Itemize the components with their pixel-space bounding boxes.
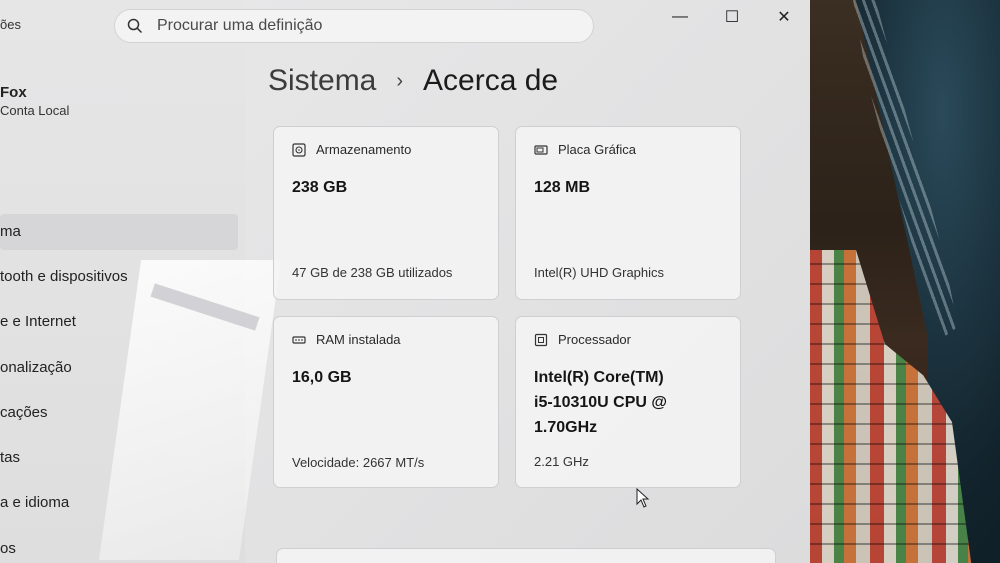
ram-detail: Velocidade: 2667 MT/s	[292, 455, 425, 470]
gpu-icon	[534, 144, 548, 155]
ram-icon	[292, 335, 306, 344]
cpu-icon	[534, 333, 548, 346]
cpu-detail: 2.21 GHz	[534, 454, 589, 469]
card-title: Armazenamento	[316, 142, 412, 157]
sidebar-item-bluetooth[interactable]: tooth e dispositivos	[0, 259, 238, 295]
cpu-card[interactable]: Processador Intel(R) Core(TM) i5-10310U …	[515, 316, 741, 488]
storage-card[interactable]: Armazenamento 238 GB 47 GB de 238 GB uti…	[273, 126, 499, 300]
desktop-wallpaper	[808, 0, 1000, 563]
sidebar-item-accounts[interactable]: tas	[0, 440, 238, 476]
breadcrumb: Sistema › Acerca de	[268, 64, 558, 98]
sidebar-item-time-language[interactable]: a e idioma	[0, 485, 238, 521]
page-title: Acerca de	[423, 64, 559, 97]
minimize-button[interactable]: —	[654, 6, 706, 28]
settings-window: ões — ☐ ✕ Fox Conta Local ma tooth e dis…	[0, 0, 810, 563]
search-input[interactable]	[157, 17, 557, 35]
gpu-value: 128 MB	[534, 179, 591, 196]
maximize-button[interactable]: ☐	[706, 6, 758, 28]
sidebar-item-network[interactable]: e e Internet	[0, 304, 238, 340]
window-controls: — ☐ ✕	[654, 6, 810, 28]
ram-value: 16,0 GB	[292, 369, 352, 386]
sidebar-item-label: tooth e dispositivos	[0, 268, 128, 285]
card-header: RAM instalada	[292, 332, 401, 347]
search-icon	[127, 18, 143, 34]
card-header: Placa Gráfica	[534, 142, 636, 157]
cpu-value-line: Intel(R) Core(TM)	[534, 369, 664, 386]
close-icon: ✕	[777, 9, 791, 26]
ram-card[interactable]: RAM instalada 16,0 GB Velocidade: 2667 M…	[273, 316, 499, 488]
user-account-type: Conta Local	[0, 103, 70, 118]
cpu-value: Intel(R) Core(TM) i5-10310U CPU @ 1.70GH…	[534, 365, 734, 440]
gpu-detail: Intel(R) UHD Graphics	[534, 265, 665, 280]
sidebar-item-label: ma	[0, 223, 21, 240]
card-title: Placa Gráfica	[558, 142, 637, 157]
storage-icon	[292, 142, 306, 157]
card-title: RAM instalada	[316, 332, 401, 347]
card-header: Armazenamento	[292, 142, 411, 157]
minimize-icon: —	[672, 8, 688, 25]
storage-detail: 47 GB de 238 GB utilizados	[292, 265, 453, 280]
sidebar-item-apps[interactable]: cações	[0, 395, 238, 431]
sidebar-item-label: onalização	[0, 359, 72, 376]
close-button[interactable]: ✕	[758, 6, 810, 28]
partial-card[interactable]	[276, 548, 776, 563]
cpu-value-line: i5-10310U CPU @	[534, 394, 667, 411]
gpu-card[interactable]: Placa Gráfica 128 MB Intel(R) UHD Graphi…	[515, 126, 741, 300]
sidebar-item-personalization[interactable]: onalização	[0, 350, 238, 386]
maximize-icon: ☐	[724, 9, 740, 26]
sidebar-item-label: tas	[0, 449, 21, 466]
sidebar-partial-text: ões	[0, 17, 21, 32]
search-box[interactable]	[114, 9, 594, 43]
mouse-cursor-icon	[636, 488, 650, 508]
card-header: Processador	[534, 332, 631, 347]
storage-value: 238 GB	[292, 179, 348, 196]
breadcrumb-parent[interactable]: Sistema	[268, 64, 376, 98]
sidebar-item-label: cações	[0, 404, 48, 421]
sidebar-item-system[interactable]: ma	[0, 214, 238, 250]
sidebar-item-label: e e Internet	[0, 313, 76, 330]
cpu-value-line: 1.70GHz	[534, 419, 598, 436]
user-name: Fox	[0, 84, 27, 101]
card-title: Processador	[558, 332, 631, 347]
chevron-right-icon: ›	[396, 69, 404, 92]
sidebar-item-label: a e idioma	[0, 494, 70, 511]
sidebar-item-label: os	[0, 540, 16, 557]
sidebar-item-gaming[interactable]: os	[0, 531, 238, 563]
